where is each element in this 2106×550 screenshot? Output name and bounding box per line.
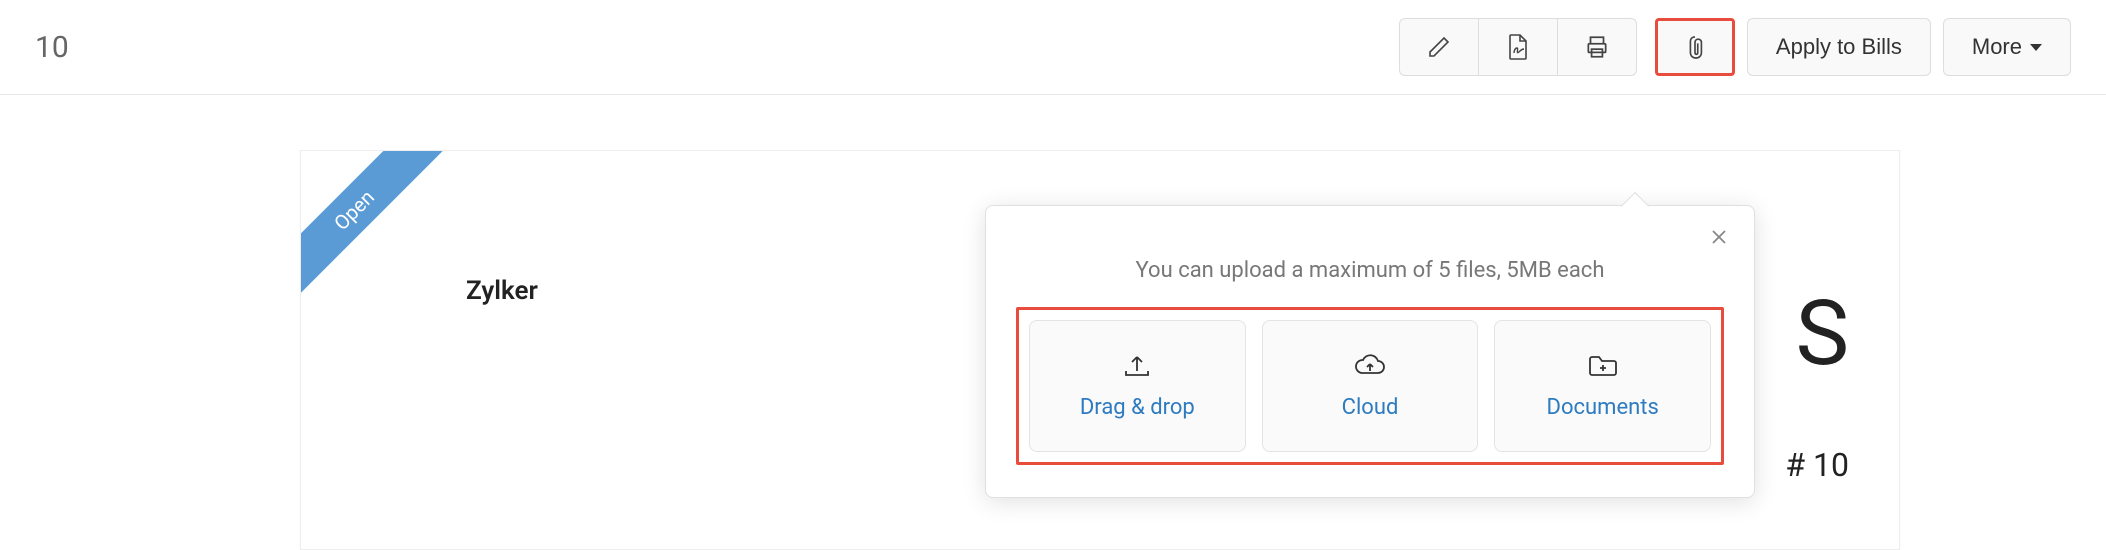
print-button[interactable] <box>1557 18 1637 76</box>
more-label: More <box>1972 34 2022 60</box>
more-button[interactable]: More <box>1943 18 2071 76</box>
chevron-down-icon <box>2030 44 2042 51</box>
upload-icon <box>1122 353 1152 379</box>
documents-label: Documents <box>1547 395 1659 420</box>
header-bar: 10 <box>0 0 2106 95</box>
cloud-option[interactable]: Cloud <box>1262 320 1479 452</box>
status-ribbon: Open <box>301 151 451 301</box>
upload-options: Drag & drop Cloud Documents <box>1016 307 1724 465</box>
icon-button-group <box>1399 18 1637 76</box>
drag-drop-option[interactable]: Drag & drop <box>1029 320 1246 452</box>
apply-to-bills-label: Apply to Bills <box>1776 34 1902 60</box>
drag-drop-label: Drag & drop <box>1080 395 1195 420</box>
attachment-popover: You can upload a maximum of 5 files, 5MB… <box>985 205 1755 498</box>
folder-plus-icon <box>1587 353 1619 379</box>
printer-icon <box>1584 34 1610 60</box>
document-number: # 10 <box>1785 446 1849 484</box>
status-badge: Open <box>301 151 443 299</box>
attach-button[interactable] <box>1655 18 1735 76</box>
edit-button[interactable] <box>1399 18 1479 76</box>
pdf-button[interactable] <box>1478 18 1558 76</box>
pdf-icon <box>1506 33 1530 61</box>
document-type-letter: S <box>1796 281 1849 386</box>
cloud-label: Cloud <box>1342 395 1399 420</box>
upload-help-text: You can upload a maximum of 5 files, 5MB… <box>1016 258 1724 283</box>
pencil-icon <box>1427 35 1451 59</box>
toolbar: Apply to Bills More <box>1399 18 2071 76</box>
cloud-icon <box>1353 353 1387 379</box>
documents-option[interactable]: Documents <box>1494 320 1711 452</box>
paperclip-icon <box>1684 34 1706 60</box>
apply-to-bills-button[interactable]: Apply to Bills <box>1747 18 1931 76</box>
close-icon <box>1710 228 1728 246</box>
page-number: 10 <box>35 30 69 65</box>
vendor-name: Zylker <box>466 276 538 306</box>
close-button[interactable] <box>1704 222 1734 252</box>
